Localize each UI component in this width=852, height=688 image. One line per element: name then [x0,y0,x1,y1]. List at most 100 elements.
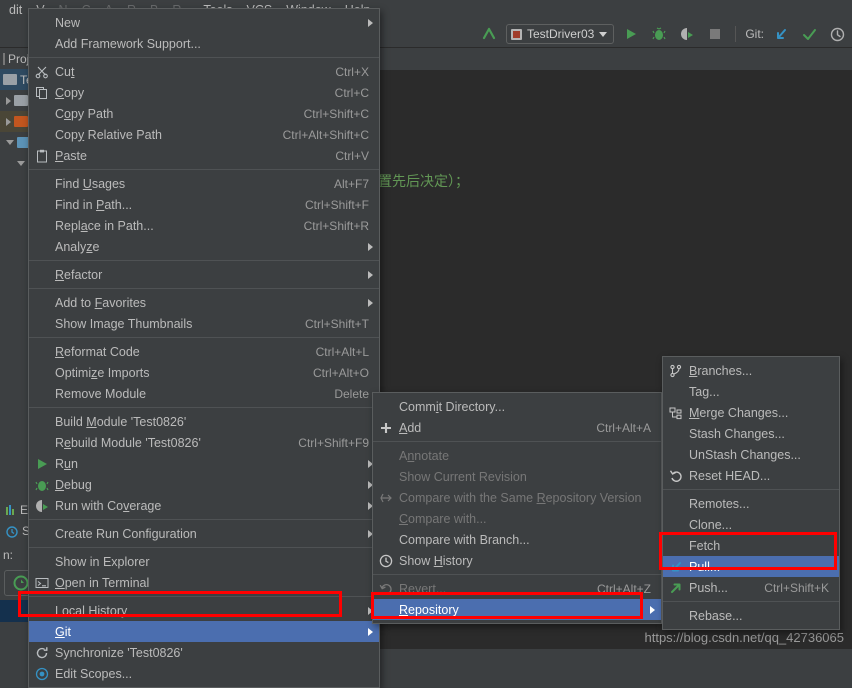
menu-item-show-history[interactable]: Show History [373,550,661,571]
menu-item-cut[interactable]: Cut Ctrl+X [29,61,379,82]
menu-item-copy-relative-path[interactable]: Copy Relative Path Ctrl+Alt+Shift+C [29,124,379,145]
menu-item-replace-in-path[interactable]: Replace in Path... Ctrl+Shift+R [29,215,379,236]
menu-item-show-current-revision[interactable]: Show Current Revision [373,466,661,487]
menu-item-run[interactable]: Run [29,453,379,474]
menu-item-merge-changes[interactable]: Merge Changes... [663,402,839,423]
menu-item-label: Show Image Thumbnails [55,316,193,331]
menu-item-reset-head[interactable]: Reset HEAD... [663,465,839,486]
menu-item-pull[interactable]: Pull... [663,556,839,577]
menu-item-label: Git [55,624,71,639]
menu-item-label: Add Framework Support... [55,36,201,51]
submenu-arrow-icon [368,628,373,636]
menu-item-unstash-changes[interactable]: UnStash Changes... [663,444,839,465]
project-tab-label: Proj [8,51,30,66]
stop-icon[interactable] [704,23,726,45]
menu-item-label: Find in Path... [55,197,133,212]
menu-item-annotate[interactable]: Annotate [373,445,661,466]
menu-item-rebuild-module-test0826[interactable]: Rebuild Module 'Test0826' Ctrl+Shift+F9 [29,432,379,453]
menu-item-build-module-test0826[interactable]: Build Module 'Test0826' [29,411,379,432]
menu-item-shortcut: Ctrl+Shift+K [764,580,829,595]
menu-item-shortcut: Ctrl+V [335,148,369,163]
git-history-icon[interactable] [826,23,848,45]
menu-item-add-framework-support[interactable]: Add Framework Support... [29,33,379,54]
menu-item-paste[interactable]: Paste Ctrl+V [29,145,379,166]
menu-item-add[interactable]: Add Ctrl+Alt+A [373,417,661,438]
git-commit-icon[interactable] [798,23,820,45]
menu-item-compare-with-the-same-repository-version[interactable]: Compare with the Same Repository Version [373,487,661,508]
menu-item-edit-scopes[interactable]: Edit Scopes... [29,663,379,684]
menu-edit[interactable]: dit [2,0,29,20]
collapse-arrow-icon[interactable] [6,140,14,145]
menu-item-synchronize-test0826[interactable]: Synchronize 'Test0826' [29,642,379,663]
menu-item-find-in-path[interactable]: Find in Path... Ctrl+Shift+F [29,194,379,215]
menu-item-copy-path[interactable]: Copy Path Ctrl+Shift+C [29,103,379,124]
menu-separator [29,547,379,548]
debug-icon[interactable] [648,23,670,45]
menu-item-reformat-code[interactable]: Reformat Code Ctrl+Alt+L [29,341,379,362]
expand-arrow-icon[interactable] [6,96,11,105]
menu-item-compare-with[interactable]: Compare with... [373,508,661,529]
menu-item-fetch[interactable]: Fetch [663,535,839,556]
menu-item-label: Add to Favorites [55,295,147,310]
menu-item-label: Show in Explorer [55,554,150,569]
menu-item-analyze[interactable]: Analyze [29,236,379,257]
menu-item-clone[interactable]: Clone... [663,514,839,535]
menu-item-label: Tag... [689,384,720,399]
menu-item-run-with-coverage[interactable]: Run with Coverage [29,495,379,516]
clock-icon [373,554,399,568]
menu-item-label: Paste [55,148,87,163]
copy-icon [29,86,55,100]
menu-item-label: New [55,15,81,30]
repository-submenu[interactable]: Branches... Tag... Merge Changes... Stash C… [662,356,840,630]
menu-item-shortcut: Ctrl+Shift+T [304,316,369,331]
menu-item-push[interactable]: Push... Ctrl+Shift+K [663,577,839,598]
menu-item-local-history[interactable]: Local History [29,600,379,621]
collapse-arrow-icon[interactable] [17,161,25,166]
git-submenu[interactable]: Commit Directory... Add Ctrl+Alt+A Annotate… [372,392,662,624]
menu-item-copy[interactable]: Copy Ctrl+C [29,82,379,103]
menu-item-create-run-configuration[interactable]: Create Run Configuration [29,523,379,544]
menu-item-show-image-thumbnails[interactable]: Show Image Thumbnails Ctrl+Shift+T [29,313,379,334]
menu-item-shortcut: Ctrl+X [335,64,369,79]
menu-item-optimize-imports[interactable]: Optimize Imports Ctrl+Alt+O [29,362,379,383]
menu-item-git[interactable]: Git [29,621,379,642]
update-project-icon[interactable] [478,23,500,45]
git-update-icon[interactable] [770,23,792,45]
menu-item-commit-directory[interactable]: Commit Directory... [373,396,661,417]
context-menu[interactable]: New Add Framework Support... Cut Ctrl+X Copy… [28,8,380,688]
menu-item-branches[interactable]: Branches... [663,360,839,381]
menu-item-compare-with-branch[interactable]: Compare with Branch... [373,529,661,550]
menu-item-new[interactable]: New [29,12,379,33]
menu-item-shortcut: Ctrl+Alt+O [312,365,369,380]
menu-item-label: UnStash Changes... [689,447,801,462]
menu-item-shortcut: Ctrl+Shift+F [304,197,369,212]
undo-icon [373,582,399,596]
menu-item-show-in-explorer[interactable]: Show in Explorer [29,551,379,572]
menu-item-stash-changes[interactable]: Stash Changes... [663,423,839,444]
refresh-icon [29,646,55,660]
menu-item-label: Revert... [399,581,447,596]
menu-item-shortcut: Ctrl+Alt+L [315,344,369,359]
module-icon [3,74,17,85]
menu-item-repository[interactable]: Repository [373,599,661,620]
run-configuration-selector[interactable]: TestDriver03 [505,24,615,44]
menu-item-find-usages[interactable]: Find Usages Alt+F7 [29,173,379,194]
menu-item-label: Rebuild Module 'Test0826' [55,435,201,450]
menu-item-add-to-favorites[interactable]: Add to Favorites [29,292,379,313]
menu-item-refactor[interactable]: Refactor [29,264,379,285]
menu-item-revert[interactable]: Revert... Ctrl+Alt+Z [373,578,661,599]
menu-item-label: Debug [55,477,92,492]
git-label: Git: [745,27,764,41]
menu-item-remove-module[interactable]: Remove Module Delete [29,383,379,404]
menu-item-debug[interactable]: Debug [29,474,379,495]
run-icon[interactable] [620,23,642,45]
submenu-arrow-icon [368,299,373,307]
menu-item-tag[interactable]: Tag... [663,381,839,402]
menu-item-open-in-terminal[interactable]: Open in Terminal [29,572,379,593]
menu-item-rebase[interactable]: Rebase... [663,605,839,626]
expand-arrow-icon[interactable] [6,117,11,126]
run-coverage-icon[interactable] [676,23,698,45]
menu-item-label: Pull... [689,559,721,574]
push-icon [663,581,689,595]
menu-item-remotes[interactable]: Remotes... [663,493,839,514]
